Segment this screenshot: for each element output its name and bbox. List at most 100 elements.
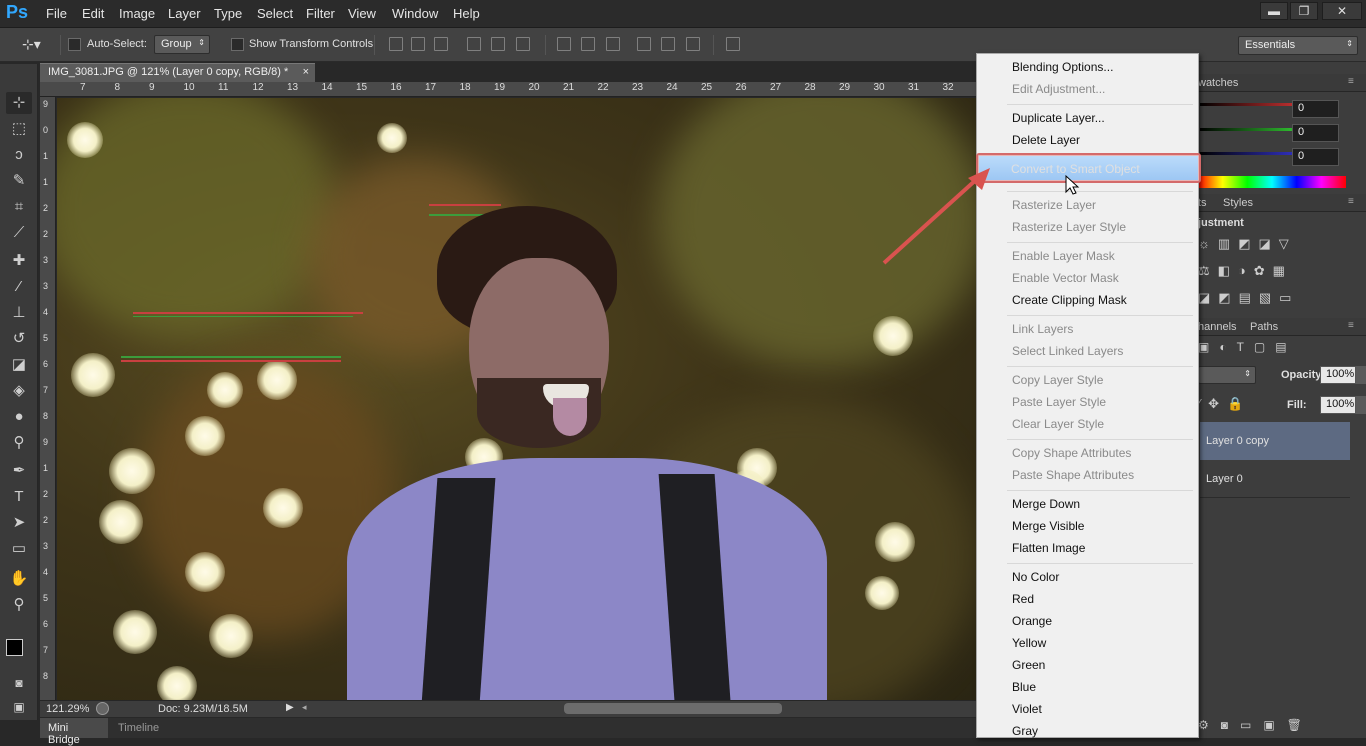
blue-slider[interactable] [1200, 152, 1302, 155]
menu-type[interactable]: Type [214, 6, 242, 21]
menu-item-merge-visible[interactable]: Merge Visible [1012, 516, 1084, 536]
red-value-field[interactable]: 0 [1292, 100, 1339, 118]
scroll-left-icon[interactable]: ◂ [302, 702, 307, 713]
menu-layer[interactable]: Layer [168, 6, 201, 21]
tab-paths[interactable]: Paths [1250, 321, 1278, 333]
menu-item-convert-to-smart-object[interactable]: Convert to Smart Object [1011, 159, 1140, 179]
menu-window[interactable]: Window [392, 6, 438, 21]
opacity-field[interactable]: 100% [1320, 366, 1356, 384]
fill-field[interactable]: 100% [1320, 396, 1356, 414]
status-info-icon[interactable] [96, 702, 109, 715]
history-brush-tool-icon[interactable]: ↺ [6, 328, 32, 350]
horizontal-scrollbar[interactable] [564, 703, 782, 714]
menu-item-rasterize-layer-style[interactable]: Rasterize Layer Style [1012, 217, 1126, 237]
distribute-bottom-icon[interactable] [606, 37, 620, 51]
show-transform-checkbox[interactable] [231, 38, 244, 51]
menu-item-yellow[interactable]: Yellow [1012, 633, 1046, 653]
menu-item-enable-layer-mask[interactable]: Enable Layer Mask [1012, 246, 1115, 266]
lock-icons[interactable]: ⁄✥🔒 [1198, 396, 1278, 412]
layer-row-selected[interactable]: Layer 0 copy [1200, 422, 1350, 460]
status-menu-arrow-icon[interactable]: ▶ [286, 702, 294, 713]
eyedropper-tool-icon[interactable]: ⟋ [6, 222, 32, 244]
menu-item-enable-vector-mask[interactable]: Enable Vector Mask [1012, 268, 1119, 288]
blur-tool-icon[interactable]: ● [6, 406, 32, 428]
tab-mini-bridge[interactable]: Mini Bridge [40, 718, 108, 746]
menu-help[interactable]: Help [453, 6, 480, 21]
distribute-hcenter-icon[interactable] [661, 37, 675, 51]
rectangle-tool-icon[interactable]: ▭ [6, 538, 32, 560]
layer-footer-icons[interactable]: ⚙◙▭▣🗑 [1198, 718, 1358, 734]
minimize-button[interactable]: ▬ [1260, 2, 1288, 20]
align-bottom-icon[interactable] [434, 37, 448, 51]
red-slider[interactable] [1200, 103, 1302, 106]
menu-image[interactable]: Image [119, 6, 155, 21]
type-tool-icon[interactable]: T [6, 486, 32, 508]
close-window-button[interactable]: ✕ [1322, 2, 1362, 20]
quick-select-tool-icon[interactable]: ✎ [6, 170, 32, 192]
menu-item-copy-layer-style[interactable]: Copy Layer Style [1012, 370, 1103, 390]
menu-item-clear-layer-style[interactable]: Clear Layer Style [1012, 414, 1104, 434]
menu-file[interactable]: File [46, 6, 67, 21]
menu-item-violet[interactable]: Violet [1012, 699, 1042, 719]
auto-align-icon[interactable] [726, 37, 740, 51]
menu-item-create-clipping-mask[interactable]: Create Clipping Mask [1012, 290, 1127, 310]
adjustment-icons-row-3[interactable]: ◪◩▤▧▭ [1198, 290, 1308, 306]
menu-item-paste-shape-attributes[interactable]: Paste Shape Attributes [1012, 465, 1134, 485]
menu-view[interactable]: View [348, 6, 376, 21]
restore-button[interactable]: ❐ [1290, 2, 1318, 20]
path-select-tool-icon[interactable]: ➤ [6, 512, 32, 534]
paint-bucket-tool-icon[interactable]: ◈ [6, 380, 32, 402]
distribute-left-icon[interactable] [637, 37, 651, 51]
align-right-icon[interactable] [516, 37, 530, 51]
document-tab[interactable]: IMG_3081.JPG @ 121% (Layer 0 copy, RGB/8… [40, 63, 315, 82]
menu-item-edit-adjustment[interactable]: Edit Adjustment... [1012, 79, 1105, 99]
adjustment-icons-row-1[interactable]: ☼▥◩◪▽ [1198, 236, 1308, 252]
menu-item-green[interactable]: Green [1012, 655, 1045, 675]
eraser-tool-icon[interactable]: ◪ [6, 354, 32, 376]
menu-item-red[interactable]: Red [1012, 589, 1034, 609]
panel-menu-icon[interactable]: ≡ [1348, 196, 1354, 207]
distribute-right-icon[interactable] [686, 37, 700, 51]
dodge-tool-icon[interactable]: ⚲ [6, 432, 32, 454]
blue-value-field[interactable]: 0 [1292, 148, 1339, 166]
blend-mode-dropdown[interactable]: ⇕ [1198, 366, 1256, 384]
quick-mask-icon[interactable]: ◙ [6, 672, 32, 694]
menu-filter[interactable]: Filter [306, 6, 335, 21]
menu-item-link-layers[interactable]: Link Layers [1012, 319, 1073, 339]
tab-styles[interactable]: Styles [1223, 197, 1253, 209]
color-spectrum-bar[interactable] [1198, 176, 1346, 188]
move-tool-preset-icon[interactable]: ⊹▾ [22, 36, 52, 52]
opacity-arrow-icon[interactable] [1356, 366, 1366, 384]
align-vcenter-icon[interactable] [411, 37, 425, 51]
pen-tool-icon[interactable]: ✒ [6, 460, 32, 482]
auto-select-checkbox[interactable] [68, 38, 81, 51]
move-tool-icon[interactable]: ⊹ [6, 92, 32, 114]
tab-channels[interactable]: hannels [1198, 321, 1237, 333]
auto-select-dropdown[interactable]: Group ⇕ [154, 35, 210, 54]
screen-mode-icon[interactable]: ▣ [6, 696, 32, 718]
close-tab-icon[interactable]: × [303, 66, 309, 78]
distribute-vcenter-icon[interactable] [581, 37, 595, 51]
menu-item-merge-down[interactable]: Merge Down [1012, 494, 1080, 514]
menu-item-paste-layer-style[interactable]: Paste Layer Style [1012, 392, 1106, 412]
marquee-tool-icon[interactable]: ⬚ [6, 118, 32, 140]
adjustment-icons-row-2[interactable]: ⚖◧◑✿▦ [1198, 263, 1318, 279]
brush-tool-icon[interactable]: ⁄ [6, 276, 32, 298]
layer-filter-icons[interactable]: ▣◐T▢▤ [1198, 340, 1348, 356]
healing-brush-tool-icon[interactable]: ✚ [6, 250, 32, 272]
clone-stamp-tool-icon[interactable]: ⊥ [6, 302, 32, 324]
panel-menu-icon[interactable]: ≡ [1348, 76, 1354, 87]
menu-item-blending-options[interactable]: Blending Options... [1012, 57, 1113, 77]
zoom-level[interactable]: 121.29% [46, 703, 89, 715]
tab-adjustments[interactable]: ts [1198, 197, 1207, 209]
tab-timeline[interactable]: Timeline [112, 718, 165, 738]
distribute-top-icon[interactable] [557, 37, 571, 51]
foreground-color-swatch[interactable] [6, 639, 23, 656]
menu-item-duplicate-layer[interactable]: Duplicate Layer... [1012, 108, 1105, 128]
menu-select[interactable]: Select [257, 6, 293, 21]
panel-menu-icon[interactable]: ≡ [1348, 320, 1354, 331]
menu-item-rasterize-layer[interactable]: Rasterize Layer [1012, 195, 1096, 215]
menu-item-blue[interactable]: Blue [1012, 677, 1036, 697]
align-hcenter-icon[interactable] [491, 37, 505, 51]
green-value-field[interactable]: 0 [1292, 124, 1339, 142]
